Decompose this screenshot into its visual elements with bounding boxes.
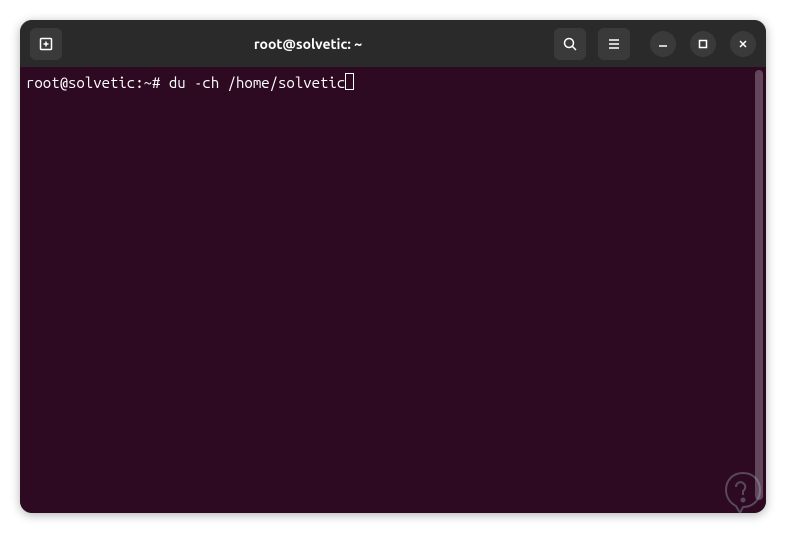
menu-button[interactable] bbox=[598, 28, 630, 60]
search-button[interactable] bbox=[554, 28, 586, 60]
terminal-window: root@solvetic: ~ bbox=[20, 20, 766, 513]
scrollbar[interactable] bbox=[755, 70, 763, 500]
prompt-symbol: # bbox=[152, 73, 160, 93]
prompt-path: ~ bbox=[144, 73, 152, 93]
titlebar: root@solvetic: ~ bbox=[20, 20, 766, 67]
minimize-button[interactable] bbox=[650, 31, 676, 57]
window-controls bbox=[650, 31, 756, 57]
terminal-body[interactable]: root@solvetic:~# du -ch /home/solvetic bbox=[20, 67, 766, 513]
close-icon bbox=[737, 38, 749, 50]
cursor bbox=[345, 73, 354, 90]
minimize-icon bbox=[657, 38, 669, 50]
new-tab-button[interactable] bbox=[30, 28, 62, 60]
prompt-space bbox=[160, 73, 168, 93]
terminal-line: root@solvetic:~# du -ch /home/solvetic bbox=[26, 71, 760, 93]
maximize-button[interactable] bbox=[690, 31, 716, 57]
window-title: root@solvetic: ~ bbox=[254, 36, 362, 52]
titlebar-center: root@solvetic: ~ bbox=[70, 36, 546, 52]
maximize-icon bbox=[697, 38, 709, 50]
titlebar-left-group bbox=[30, 28, 62, 60]
prompt-user-host: root@solvetic bbox=[26, 73, 135, 93]
prompt-colon: : bbox=[135, 73, 143, 93]
watermark-logo bbox=[718, 465, 768, 515]
titlebar-right-group bbox=[554, 28, 756, 60]
command-input[interactable]: du -ch /home/solvetic bbox=[169, 73, 345, 93]
hamburger-icon bbox=[606, 36, 622, 52]
new-tab-icon bbox=[38, 36, 54, 52]
search-icon bbox=[562, 36, 578, 52]
close-button[interactable] bbox=[730, 31, 756, 57]
